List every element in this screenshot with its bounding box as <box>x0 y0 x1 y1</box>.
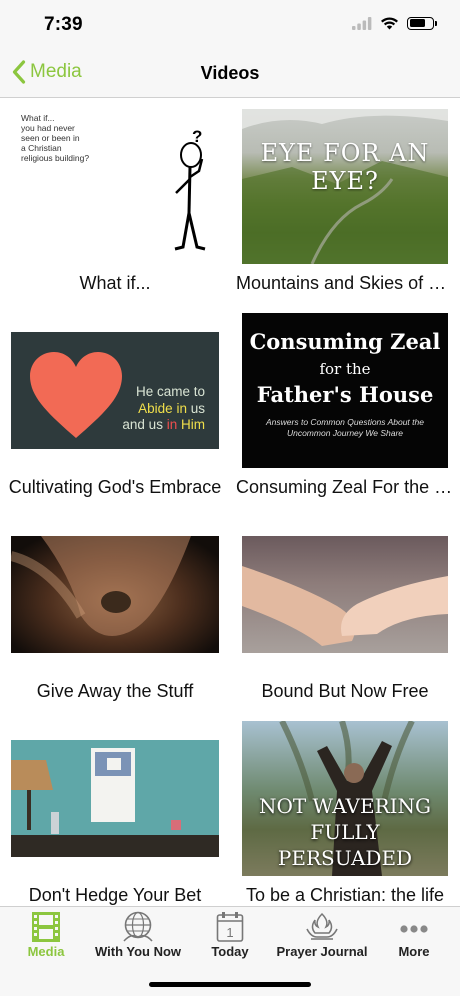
video-title: Cultivating God's Embrace <box>8 477 222 497</box>
battery-icon <box>407 16 437 30</box>
thumbnail-text: NOT WAVERING FULLY PERSUADED <box>258 794 432 870</box>
room-illustration <box>11 748 219 857</box>
film-icon <box>32 912 60 942</box>
holding-hands-illustration <box>242 566 448 646</box>
tab-label: Today <box>211 944 249 959</box>
more-dots-icon <box>400 925 428 933</box>
thumbnail-title: Father's House <box>256 382 434 407</box>
globe-hands-icon <box>123 911 153 942</box>
video-thumbnail <box>242 536 448 653</box>
thumbnail-text: He came to Abide in us and us in Him <box>122 384 205 432</box>
calendar-day: 1 <box>226 925 233 940</box>
tab-media[interactable]: Media <box>0 907 92 965</box>
video-title: Bound But Now Free <box>261 681 429 701</box>
stick-figure-illustration: ? <box>174 127 206 251</box>
thumbnail-text: EYE FOR AN EYE? <box>260 139 430 195</box>
video-tile-cultivating[interactable]: He came to Abide in us and us in Him Cul… <box>0 302 230 506</box>
tab-more[interactable]: More <box>368 907 460 965</box>
video-title: Mountains and Skies of Colorado <box>236 273 454 293</box>
video-title: What if... <box>79 273 151 293</box>
video-tile-give-away[interactable]: Give Away the Stuff <box>0 506 230 710</box>
heart-icon <box>30 352 122 438</box>
hands-coin-illustration <box>11 536 191 636</box>
video-tile-bound[interactable]: Bound But Now Free <box>230 506 460 710</box>
tab-with-you-now[interactable]: With You Now <box>92 907 184 965</box>
video-title: Don't Hedge Your Bet <box>28 885 202 905</box>
home-indicator <box>149 982 311 987</box>
signal-icon <box>352 16 372 30</box>
video-tile-hedge[interactable]: Don't Hedge Your Bet <box>0 710 230 906</box>
video-title: Give Away the Stuff <box>36 681 194 701</box>
video-tile-christian[interactable]: NOT WAVERING FULLY PERSUADED To be a Chr… <box>230 710 460 906</box>
video-thumbnail <box>11 740 219 857</box>
video-thumbnail <box>11 536 219 653</box>
video-grid: What if... you had never seen or been in a … <box>0 98 460 906</box>
wifi-icon <box>381 17 398 30</box>
navigation-bar: Media Videos <box>0 50 460 98</box>
video-title: To be a Christian: the life <box>245 885 445 905</box>
video-tile-what-if[interactable]: What if... you had never seen or been in a … <box>0 98 230 302</box>
page-title: Videos <box>200 63 260 83</box>
status-bar: 7:39 <box>0 0 460 50</box>
thumbnail-title: for the <box>319 360 371 378</box>
flame-hands-icon <box>306 912 338 940</box>
calendar-icon: 1 <box>216 912 244 942</box>
video-thumbnail: What if... you had never seen or been in a … <box>11 109 219 264</box>
video-title: Consuming Zeal For the Father's House <box>236 477 454 497</box>
tab-label: More <box>398 944 430 959</box>
video-thumbnail: He came to Abide in us and us in Him <box>11 332 219 449</box>
status-time: 7:39 <box>44 14 83 35</box>
video-thumbnail: EYE FOR AN EYE? <box>242 109 448 264</box>
video-thumbnail: Consuming Zeal for the Father's House An… <box>242 313 448 468</box>
thumbnail-subtitle: Answers to Common Questions About the Un… <box>266 417 424 438</box>
tab-label: With You Now <box>94 944 182 959</box>
tab-today[interactable]: 1 Today <box>184 907 276 965</box>
status-icons <box>352 16 437 30</box>
tab-label: Media <box>27 944 65 959</box>
tab-bar: Media With You Now 1 Today Prayer Journa… <box>0 906 460 996</box>
video-tile-consuming-zeal[interactable]: Consuming Zeal for the Father's House An… <box>230 302 460 506</box>
video-tile-mountains[interactable]: EYE FOR AN EYE? Mountains and Skies of C… <box>230 98 460 302</box>
tab-label: Prayer Journal <box>276 944 368 959</box>
thumbnail-title: Consuming Zeal <box>249 329 441 354</box>
video-thumbnail: NOT WAVERING FULLY PERSUADED <box>242 721 448 876</box>
tab-prayer-journal[interactable]: Prayer Journal <box>276 907 368 965</box>
